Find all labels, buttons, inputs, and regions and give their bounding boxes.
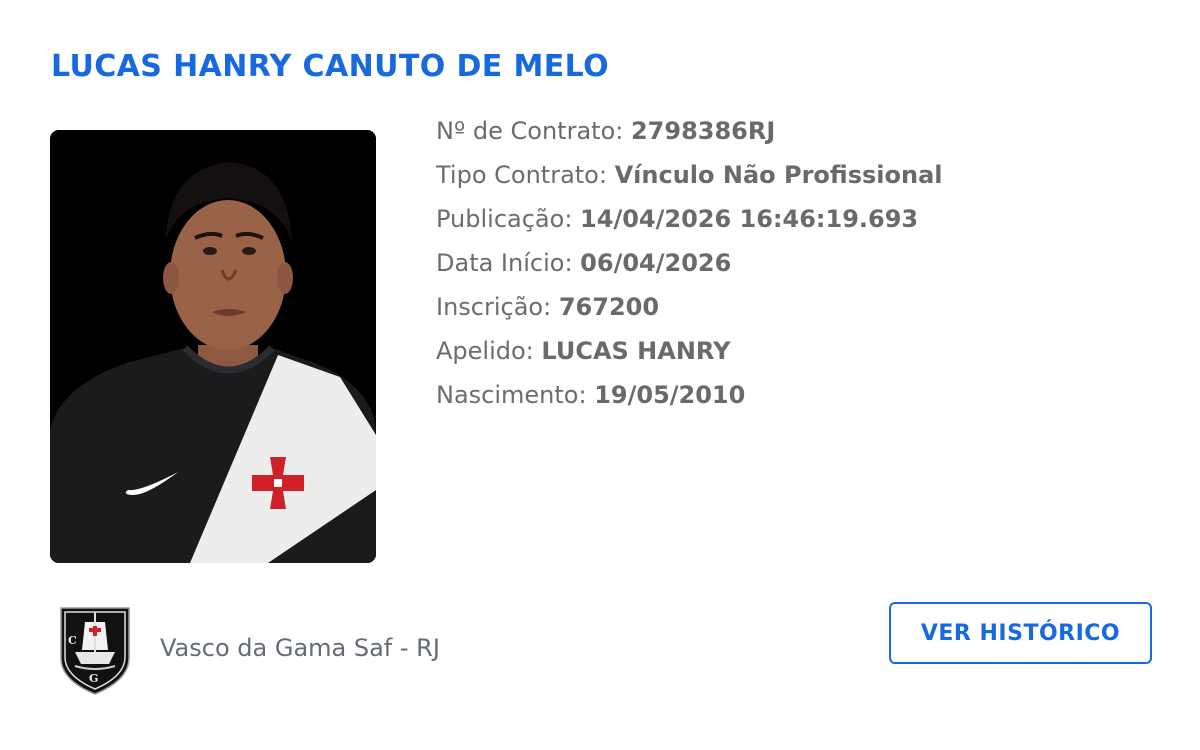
detail-value: Vínculo Não Profissional [614, 161, 943, 189]
detail-registration: Inscrição: 767200 [436, 289, 942, 333]
detail-value: 19/05/2010 [594, 381, 746, 409]
detail-label: Publicação: [436, 205, 573, 233]
detail-birth-date: Nascimento: 19/05/2010 [436, 377, 942, 421]
detail-contract-type: Tipo Contrato: Vínculo Não Profissional [436, 157, 942, 201]
detail-value: 14/04/2026 16:46:19.693 [580, 205, 919, 233]
detail-publication: Publicação: 14/04/2026 16:46:19.693 [436, 201, 942, 245]
player-card: LUCAS HANRY CANUTO DE MELO Nº de Contrat… [0, 0, 1200, 750]
detail-label: Tipo Contrato: [436, 161, 607, 189]
detail-value: LUCAS HANRY [541, 337, 731, 365]
detail-label: Nº de Contrato: [436, 117, 624, 145]
detail-label: Nascimento: [436, 381, 587, 409]
detail-value: 767200 [558, 293, 660, 321]
svg-text:C: C [68, 634, 77, 647]
club-name: Vasco da Gama Saf - RJ [160, 634, 440, 662]
detail-label: Data Início: [436, 249, 573, 277]
detail-start-date: Data Início: 06/04/2026 [436, 245, 942, 289]
player-photo [50, 130, 376, 563]
player-name: LUCAS HANRY CANUTO DE MELO [51, 49, 610, 84]
club-info: C G Vasco da Gama Saf - RJ [55, 600, 440, 696]
svg-text:G: G [89, 672, 98, 685]
view-history-button[interactable]: VER HISTÓRICO [889, 602, 1152, 664]
detail-nickname: Apelido: LUCAS HANRY [436, 333, 942, 377]
vasco-crest-icon: C G [60, 607, 130, 695]
detail-label: Apelido: [436, 337, 534, 365]
detail-value: 06/04/2026 [580, 249, 732, 277]
detail-label: Inscrição: [436, 293, 552, 321]
detail-value: 2798386RJ [630, 117, 776, 145]
contract-details: Nº de Contrato: 2798386RJ Tipo Contrato:… [436, 113, 942, 421]
detail-contract-number: Nº de Contrato: 2798386RJ [436, 113, 942, 157]
